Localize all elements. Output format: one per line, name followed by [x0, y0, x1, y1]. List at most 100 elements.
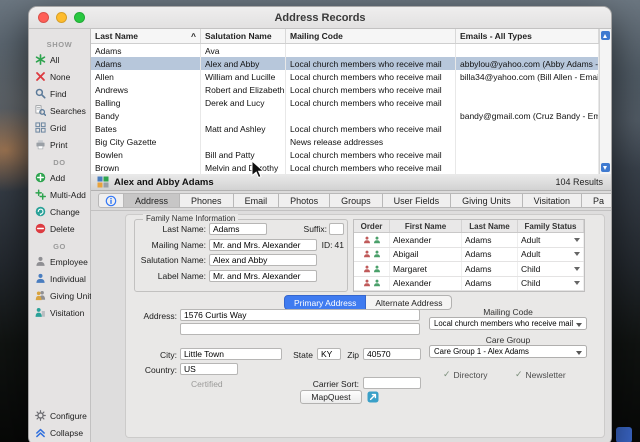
- tab-photos[interactable]: Photos: [279, 193, 330, 208]
- cell-emails: abbylou@yahoo.com (Abby Adams - Email); …: [456, 57, 599, 70]
- sidebar-item-collapse[interactable]: Collapse: [29, 424, 90, 441]
- table-row[interactable]: Brown Melvin and Dorothy Local church me…: [91, 161, 599, 174]
- table-row[interactable]: Bandy bandy@gmail.com (Cruz Bandy - Emai…: [91, 109, 599, 122]
- cell-mailing-code: News release addresses: [286, 135, 456, 148]
- cell-emails: [456, 83, 599, 96]
- country-field[interactable]: US: [180, 363, 238, 375]
- tab-address[interactable]: Address: [124, 193, 180, 208]
- tab-pa-truncated[interactable]: Pa: [582, 193, 611, 208]
- table-row[interactable]: Bowlen Bill and Patty Local church membe…: [91, 148, 599, 161]
- sidebar-item-visitation[interactable]: Visitation: [29, 304, 90, 321]
- sidebar-item-label: None: [50, 72, 70, 82]
- family-status-select[interactable]: Child: [518, 262, 584, 276]
- address-line1-field[interactable]: 1576 Curtis Way: [180, 309, 420, 321]
- sidebar-item-change[interactable]: Change: [29, 203, 90, 220]
- zip-field[interactable]: 40570: [363, 348, 421, 360]
- table-row[interactable]: Balling Derek and Lucy Local church memb…: [91, 96, 599, 109]
- scroll-down-button[interactable]: [601, 163, 610, 172]
- minus-icon: [35, 223, 46, 234]
- sidebar-item-searches[interactable]: Searches: [29, 102, 90, 119]
- mapquest-button[interactable]: MapQuest: [300, 390, 362, 404]
- label-name-field[interactable]: Mr. and Mrs. Alexander: [209, 270, 317, 282]
- column-header-last-name[interactable]: Last Name: [462, 220, 518, 232]
- table-row[interactable]: Allen William and Lucille Local church m…: [91, 70, 599, 83]
- tab-info[interactable]: [98, 193, 124, 208]
- family-status-select[interactable]: Adult: [518, 248, 584, 262]
- table-row[interactable]: Big City Gazette News release addresses: [91, 135, 599, 148]
- cell-first-name: Abigail: [390, 248, 462, 262]
- sidebar-item-giving-unit[interactable]: Giving Unit: [29, 287, 90, 304]
- sidebar-item-add[interactable]: Add: [29, 169, 90, 186]
- cell-mailing-code: Local church members who receive mail: [286, 83, 456, 96]
- cell-emails: [456, 161, 599, 174]
- close-window-button[interactable]: [38, 12, 49, 23]
- address-line2-field[interactable]: [180, 323, 420, 335]
- member-row[interactable]: Alexander Adams Adult: [354, 233, 584, 248]
- scroll-up-button[interactable]: [601, 31, 610, 40]
- sidebar-item-find[interactable]: Find: [29, 85, 90, 102]
- table-row[interactable]: Andrews Robert and Elizabeth Local churc…: [91, 83, 599, 96]
- column-header-order[interactable]: Order: [354, 220, 390, 232]
- tab-groups[interactable]: Groups: [330, 193, 383, 208]
- salutation-name-field[interactable]: Alex and Abby: [209, 254, 317, 266]
- member-row[interactable]: Abigail Adams Adult: [354, 248, 584, 263]
- x-icon: [35, 71, 46, 82]
- tab-giving-units[interactable]: Giving Units: [451, 193, 523, 208]
- minimize-window-button[interactable]: [56, 12, 67, 23]
- sidebar-item-grid[interactable]: Grid: [29, 119, 90, 136]
- chevron-down-icon: [574, 238, 580, 242]
- tab-email[interactable]: Email: [234, 193, 280, 208]
- mailing-code-dropdown[interactable]: Local church members who receive mail: [429, 317, 587, 330]
- tab-user-fields[interactable]: User Fields: [383, 193, 452, 208]
- sidebar-item-none[interactable]: None: [29, 68, 90, 85]
- member-row[interactable]: Alexander Adams Child: [354, 277, 584, 292]
- column-header-last-name[interactable]: Last Name^: [91, 29, 201, 43]
- sidebar-item-multi-add[interactable]: Multi-Add: [29, 186, 90, 203]
- newsletter-checkbox[interactable]: ✓Newsletter: [515, 369, 566, 380]
- sidebar-item-delete[interactable]: Delete: [29, 220, 90, 237]
- plus-icon: [35, 172, 46, 183]
- sidebar-item-individual[interactable]: Individual: [29, 270, 90, 287]
- table-row-selected[interactable]: Adams Alex and Abby Local church members…: [91, 57, 599, 70]
- column-header-emails[interactable]: Emails - All Types: [456, 29, 599, 43]
- column-header-salutation-name[interactable]: Salutation Name: [201, 29, 286, 43]
- sidebar: SHOW All None Find Searches: [29, 29, 91, 442]
- column-header-mailing-code[interactable]: Mailing Code: [286, 29, 456, 43]
- tab-visitation[interactable]: Visitation: [523, 193, 582, 208]
- cell-emails: [456, 148, 599, 161]
- table-row[interactable]: Bates Matt and Ashley Local church membe…: [91, 122, 599, 135]
- sidebar-item-configure[interactable]: Configure: [29, 407, 90, 424]
- state-field[interactable]: KY: [317, 348, 341, 360]
- family-status-select[interactable]: Adult: [518, 233, 584, 247]
- records-scrollbar[interactable]: [599, 29, 611, 174]
- mailing-name-label: Mailing Name:: [135, 240, 209, 250]
- tab-phones[interactable]: Phones: [180, 193, 234, 208]
- family-status-select[interactable]: Child: [518, 277, 584, 291]
- care-group-dropdown[interactable]: Care Group 1 - Alex Adams: [429, 345, 587, 358]
- carrier-sort-field[interactable]: [363, 377, 421, 389]
- mailing-name-field[interactable]: Mr. and Mrs. Alexander: [209, 239, 317, 251]
- sort-indicator: ^: [191, 31, 196, 41]
- column-header-family-status[interactable]: Family Status: [518, 220, 584, 232]
- primary-address-button[interactable]: Primary Address: [284, 295, 366, 310]
- directory-checkbox[interactable]: ✓Directory: [443, 369, 488, 380]
- person-icon: [373, 279, 381, 287]
- titlebar[interactable]: Address Records: [29, 7, 611, 29]
- sidebar-item-print[interactable]: Print: [29, 136, 90, 153]
- gear-icon: [35, 410, 46, 421]
- suffix-field[interactable]: [329, 223, 344, 235]
- last-name-field[interactable]: Adams: [209, 223, 267, 235]
- zoom-window-button[interactable]: [74, 12, 85, 23]
- column-header-first-name[interactable]: First Name: [390, 220, 462, 232]
- sidebar-item-all[interactable]: All: [29, 51, 90, 68]
- city-field[interactable]: Little Town: [180, 348, 282, 360]
- member-row[interactable]: Margaret Adams Child: [354, 262, 584, 277]
- sidebar-item-employee[interactable]: Employee: [29, 253, 90, 270]
- tab-bar: Address Phones Email Photos Groups User …: [91, 191, 611, 211]
- certified-button[interactable]: Certified: [191, 379, 223, 389]
- mapquest-icon[interactable]: [367, 391, 379, 403]
- cell-emails: [456, 44, 599, 57]
- table-row[interactable]: Adams Ava: [91, 44, 599, 57]
- cell-salutation: Robert and Elizabeth: [201, 83, 286, 96]
- cell-salutation: William and Lucille: [201, 70, 286, 83]
